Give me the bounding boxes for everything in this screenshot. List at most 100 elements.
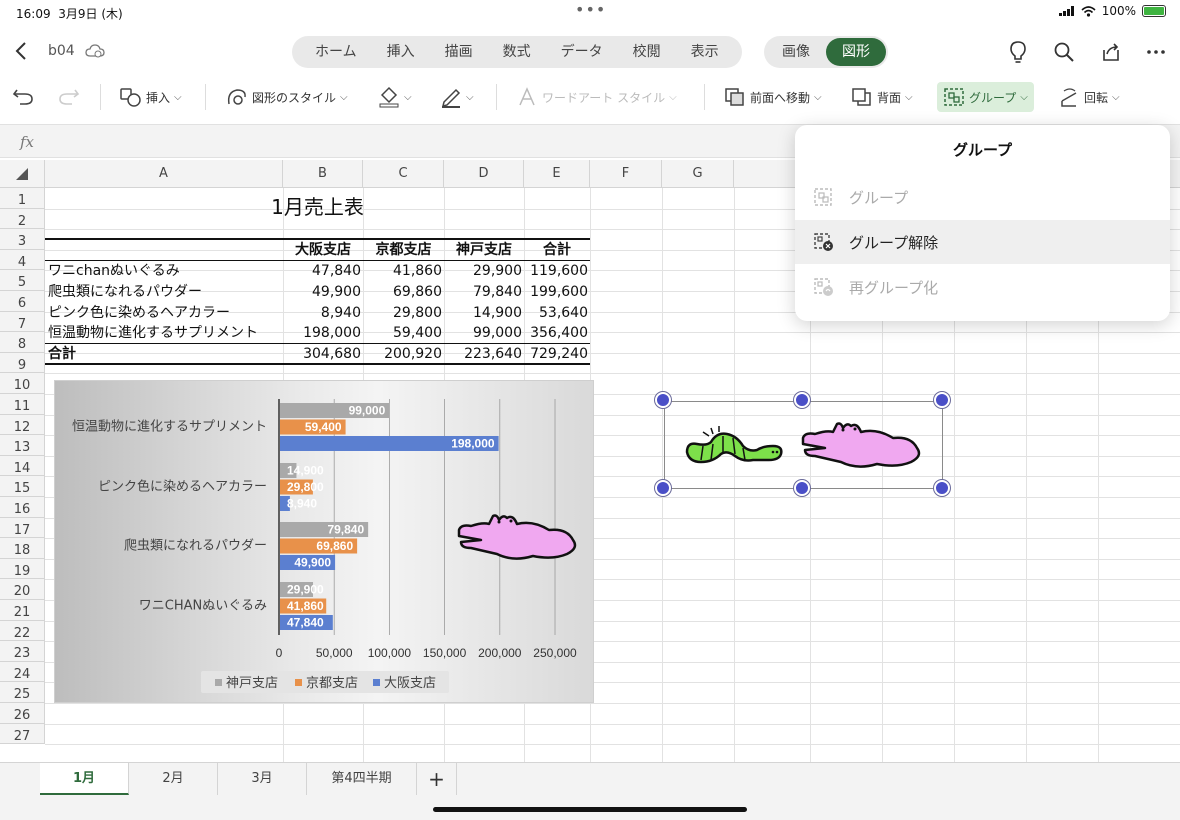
row-header[interactable]: 8 — [0, 332, 45, 353]
tab-shape[interactable]: 図形 — [826, 38, 886, 66]
total-cell[interactable]: 223,640 — [444, 344, 522, 364]
row-header[interactable]: 13 — [0, 435, 45, 456]
select-all-corner[interactable] — [0, 160, 45, 188]
sheet-tab-feb[interactable]: 2月 — [129, 763, 218, 795]
row-header[interactable]: 10 — [0, 373, 45, 394]
table-title[interactable]: 1月売上表 — [45, 194, 590, 220]
row-name[interactable]: ピンク色に染めるヘアカラー — [48, 303, 230, 323]
bring-forward-button[interactable]: 前面へ移動 ⌵ — [724, 82, 822, 112]
resize-handle-bottom-left[interactable] — [655, 480, 671, 496]
row-header[interactable]: 18 — [0, 538, 45, 559]
column-header[interactable]: A — [45, 160, 283, 188]
column-header[interactable]: E — [524, 160, 590, 188]
table-cell[interactable]: 49,900 — [283, 282, 361, 302]
row-header[interactable]: 25 — [0, 682, 45, 703]
row-header[interactable]: 16 — [0, 497, 45, 518]
redo-button[interactable] — [58, 82, 80, 112]
sheet-tab-jan[interactable]: 1月 — [40, 763, 129, 795]
table-cell[interactable]: 59,400 — [363, 323, 442, 343]
row-header[interactable]: 19 — [0, 558, 45, 580]
table-cell[interactable]: 119,600 — [524, 261, 588, 281]
table-cell[interactable]: 53,640 — [524, 303, 588, 323]
table-cell[interactable]: 198,000 — [283, 323, 361, 343]
table-cell[interactable]: 14,900 — [444, 303, 522, 323]
back-icon[interactable] — [6, 36, 36, 66]
table-cell[interactable]: 199,600 — [524, 282, 588, 302]
row-header[interactable]: 27 — [0, 723, 45, 745]
table-cell[interactable]: 79,840 — [444, 282, 522, 302]
tab-data[interactable]: データ — [546, 36, 618, 68]
row-header[interactable]: 17 — [0, 517, 45, 539]
row-header[interactable]: 11 — [0, 394, 45, 415]
grouped-shapes-selection[interactable] — [664, 401, 943, 489]
column-header[interactable]: G — [662, 160, 734, 188]
row-header[interactable]: 9 — [0, 352, 45, 374]
menu-item-group[interactable]: グループ — [795, 175, 1170, 219]
more-icon[interactable] — [1141, 37, 1171, 67]
header-kobe[interactable]: 神戸支店 — [444, 240, 524, 260]
table-cell[interactable]: 99,000 — [444, 323, 522, 343]
row-name[interactable]: ワニchanぬいぐるみ — [48, 261, 180, 281]
column-header[interactable]: D — [444, 160, 524, 188]
home-indicator[interactable] — [433, 807, 747, 812]
bar-chart[interactable]: 0 50,000 100,000 150,000 200,000 250,000 恒温動物に… — [54, 380, 594, 703]
fill-color-button[interactable]: ⌵ — [378, 82, 412, 112]
share-icon[interactable] — [1096, 37, 1126, 67]
lightbulb-icon[interactable] — [1003, 37, 1033, 67]
wordart-style-button[interactable]: ワードアート スタイル ⌵ — [518, 82, 677, 112]
total-cell[interactable]: 729,240 — [524, 344, 588, 364]
row-header[interactable]: 20 — [0, 579, 45, 600]
tab-draw[interactable]: 描画 — [430, 36, 488, 68]
row-header[interactable]: 24 — [0, 661, 45, 683]
row-header[interactable]: 4 — [0, 249, 45, 271]
row-header[interactable]: 1 — [0, 188, 45, 209]
row-header[interactable]: 21 — [0, 600, 45, 621]
cloud-sync-icon[interactable] — [80, 36, 110, 66]
line-color-button[interactable]: ⌵ — [440, 82, 474, 112]
add-sheet-button[interactable]: + — [417, 763, 457, 795]
column-header[interactable]: F — [590, 160, 662, 188]
table-cell[interactable]: 29,800 — [363, 303, 442, 323]
table-cell[interactable]: 41,860 — [363, 261, 442, 281]
row-header[interactable]: 6 — [0, 291, 45, 312]
row-name[interactable]: 爬虫類になれるパウダー — [48, 282, 202, 302]
shape-style-button[interactable]: 図形のスタイル ⌵ — [226, 82, 348, 112]
row-header[interactable]: 15 — [0, 476, 45, 497]
total-cell[interactable]: 200,920 — [363, 344, 442, 364]
tab-review[interactable]: 校閲 — [618, 36, 676, 68]
undo-button[interactable] — [12, 82, 34, 112]
table-cell[interactable]: 69,860 — [363, 282, 442, 302]
row-header[interactable]: 12 — [0, 414, 45, 436]
tab-formulas[interactable]: 数式 — [488, 36, 546, 68]
sheet-tab-mar[interactable]: 3月 — [218, 763, 307, 795]
tab-picture[interactable]: 画像 — [766, 38, 826, 66]
search-icon[interactable] — [1049, 37, 1079, 67]
multitask-dots-icon[interactable]: ••• — [575, 0, 606, 19]
total-label[interactable]: 合計 — [48, 344, 76, 364]
insert-shape-button[interactable]: 挿入 ⌵ — [120, 82, 182, 112]
file-name[interactable]: b04 — [48, 43, 75, 59]
send-backward-button[interactable]: 背面 ⌵ — [851, 82, 913, 112]
tab-home[interactable]: ホーム — [300, 36, 372, 68]
menu-item-ungroup[interactable]: グループ解除 — [795, 220, 1170, 264]
total-cell[interactable]: 304,680 — [283, 344, 361, 364]
row-header[interactable]: 23 — [0, 641, 45, 662]
table-cell[interactable]: 47,840 — [283, 261, 361, 281]
row-header[interactable]: 5 — [0, 270, 45, 291]
resize-handle-top-left[interactable] — [655, 392, 671, 408]
tab-insert[interactable]: 挿入 — [372, 36, 430, 68]
header-total[interactable]: 合計 — [524, 240, 590, 260]
resize-handle-bottom-right[interactable] — [934, 480, 950, 496]
row-header[interactable]: 7 — [0, 311, 45, 333]
table-cell[interactable]: 29,900 — [444, 261, 522, 281]
column-header[interactable]: B — [283, 160, 363, 188]
table-cell[interactable]: 356,400 — [524, 323, 588, 343]
table-cell[interactable]: 8,940 — [283, 303, 361, 323]
rotate-button[interactable]: 回転 ⌵ — [1058, 82, 1120, 112]
header-kyoto[interactable]: 京都支店 — [363, 240, 444, 260]
tab-view[interactable]: 表示 — [676, 36, 734, 68]
column-header[interactable]: C — [363, 160, 444, 188]
row-header[interactable]: 2 — [0, 208, 45, 230]
group-button[interactable]: グループ ⌵ — [937, 82, 1034, 112]
resize-handle-bottom[interactable] — [794, 480, 810, 496]
